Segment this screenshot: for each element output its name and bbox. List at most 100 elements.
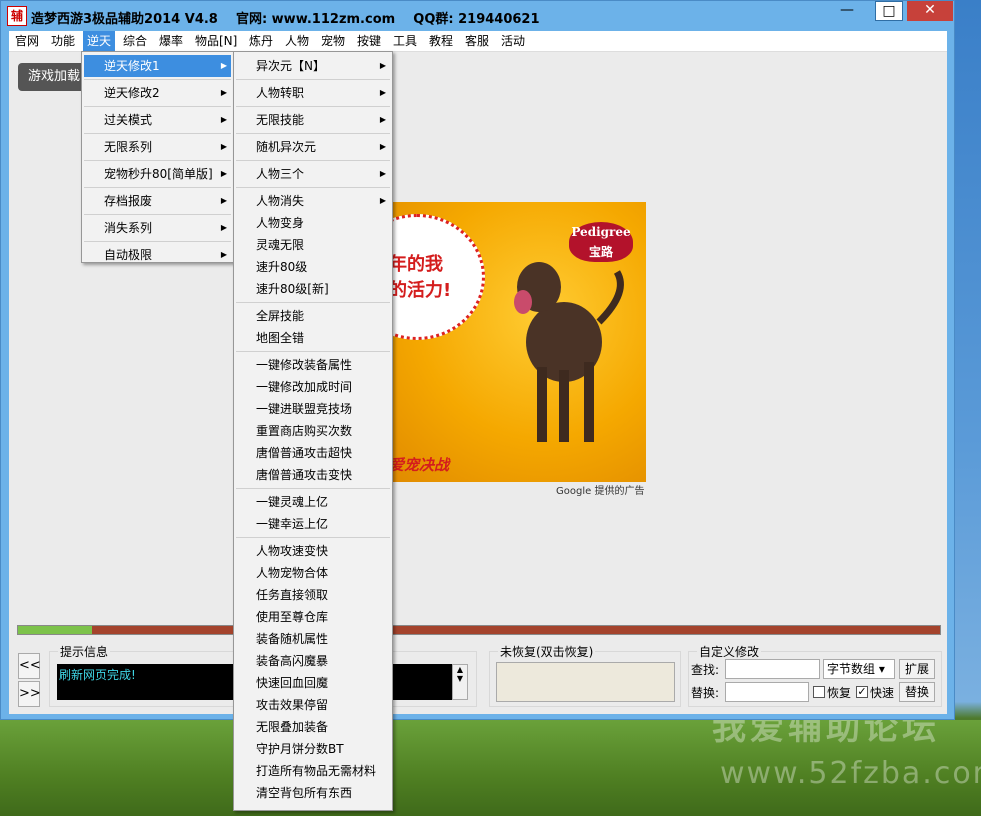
submenu1-item[interactable]: 自动极限 ▶ xyxy=(84,244,231,266)
log-scrollbar[interactable]: ▲ ▼ xyxy=(452,664,468,700)
submenu-arrow-icon: ▶ xyxy=(379,169,386,178)
submenu-arrow-icon: ▶ xyxy=(220,142,227,151)
restore-list[interactable] xyxy=(496,662,675,702)
submenu2-item[interactable]: 打造所有物品无需材料 xyxy=(236,760,390,782)
submenu2-item[interactable]: 全屏技能 xyxy=(236,305,390,327)
submenu2-item[interactable]: 地图全错 xyxy=(236,327,390,349)
submenu1-item[interactable]: 逆天修改2 ▶ xyxy=(84,82,231,104)
menu-alchemy[interactable]: 炼丹 xyxy=(245,31,277,51)
submenu2-item-label: 一键修改加成时间 xyxy=(256,380,353,394)
submenu2-item[interactable]: 守护月饼分数BT xyxy=(236,738,390,760)
menu-official-site[interactable]: 官网 xyxy=(11,31,43,51)
type-select[interactable]: 字节数组 ▾ xyxy=(823,659,895,679)
submenu2-item[interactable]: 唐僧普通攻击变快 xyxy=(236,464,390,486)
submenu2-item-label: 清空背包所有东西 xyxy=(256,786,353,800)
menu-nitian[interactable]: 逆天 xyxy=(83,31,116,51)
submenu2-item[interactable]: 人物攻速变快 xyxy=(236,540,390,562)
submenu-arrow-icon: ▶ xyxy=(379,88,386,97)
submenu2-item-label: 人物攻速变快 xyxy=(256,544,329,558)
submenu2-item[interactable]: 异次元【N】 ▶ xyxy=(236,55,390,77)
submenu2-item[interactable]: 速升80级 xyxy=(236,256,390,278)
expand-button[interactable]: 扩展 xyxy=(899,659,935,679)
submenu2-item[interactable]: 一键进联盟竞技场 xyxy=(236,398,390,420)
submenu2-item-label: 一键修改装备属性 xyxy=(256,358,353,372)
menu-separator xyxy=(236,106,390,107)
menu-separator xyxy=(84,214,231,215)
submenu2-item[interactable]: 人物宠物合体 xyxy=(236,562,390,584)
menu-separator xyxy=(236,160,390,161)
submenu2-item-label: 重置商店购买次数 xyxy=(256,424,353,438)
submenu2-item[interactable]: 一键修改加成时间 xyxy=(236,376,390,398)
submenu-arrow-icon: ▶ xyxy=(220,115,227,124)
menu-separator xyxy=(236,187,390,188)
submenu2-item-label: 地图全错 xyxy=(256,331,305,345)
submenu1-item-label: 无限系列 xyxy=(104,140,153,154)
submenu2-item[interactable]: 速升80级[新] xyxy=(236,278,390,300)
nav-prev-button[interactable]: << xyxy=(18,653,41,679)
submenu2-item[interactable]: 人物转职 ▶ xyxy=(236,82,390,104)
submenu2-item[interactable]: 无限叠加装备 xyxy=(236,716,390,738)
submenu2-item-label: 无限技能 xyxy=(256,113,305,127)
menu-support[interactable]: 客服 xyxy=(461,31,493,51)
minimize-button[interactable]: — xyxy=(833,1,861,21)
watermark-url: www.52fzba.com xyxy=(720,756,981,791)
info-label: 提示信息 xyxy=(58,643,111,660)
replace-button[interactable]: 替换 xyxy=(899,682,935,702)
menu-hotkeys[interactable]: 按键 xyxy=(353,31,385,51)
submenu1-item[interactable]: 无限系列 ▶ xyxy=(84,136,231,158)
submenu2-item[interactable]: 随机异次元 ▶ xyxy=(236,136,390,158)
find-label: 查找: xyxy=(691,663,720,677)
menu-general[interactable]: 综合 xyxy=(119,31,151,51)
submenu-arrow-icon: ▶ xyxy=(379,115,386,124)
submenu2-item[interactable]: 使用至尊仓库 xyxy=(236,606,390,628)
submenu1-item[interactable]: 宠物秒升80[简单版] ▶ xyxy=(84,163,231,185)
close-button[interactable]: ✕ xyxy=(907,1,953,21)
menu-tools[interactable]: 工具 xyxy=(389,31,421,51)
submenu2-item[interactable]: 人物三个 ▶ xyxy=(236,163,390,185)
submenu2-item[interactable]: 无限技能 ▶ xyxy=(236,109,390,131)
submenu2-item[interactable]: 装备随机属性 xyxy=(236,628,390,650)
submenu1-item-label: 消失系列 xyxy=(104,221,153,235)
menu-droprate[interactable]: 爆率 xyxy=(155,31,187,51)
menu-character[interactable]: 人物 xyxy=(281,31,313,51)
maximize-button[interactable]: □ xyxy=(875,1,903,21)
submenu2-item-label: 灵魂无限 xyxy=(256,238,305,252)
submenu2-item[interactable]: 装备高闪魔暴 xyxy=(236,650,390,672)
submenu1-item[interactable]: 消失系列 ▶ xyxy=(84,217,231,239)
fast-checkbox[interactable]: ✓ xyxy=(856,686,868,698)
submenu2-item[interactable]: 快速回血回魔 xyxy=(236,672,390,694)
submenu2-item[interactable]: 重置商店购买次数 xyxy=(236,420,390,442)
menu-features[interactable]: 功能 xyxy=(47,31,79,51)
menu-pet[interactable]: 宠物 xyxy=(317,31,349,51)
submenu2-item-label: 一键进联盟竞技场 xyxy=(256,402,353,416)
find-input[interactable] xyxy=(725,659,820,679)
submenu2-item-label: 随机异次元 xyxy=(256,140,317,154)
submenu2-item[interactable]: 一键幸运上亿 xyxy=(236,513,390,535)
submenu2-item[interactable]: 人物消失 ▶ xyxy=(236,190,390,212)
ad-banner[interactable]: 年的我 的活力! Pedigree 宝路 爱宠决战 xyxy=(389,202,646,482)
submenu1-item[interactable]: 存档报废 ▶ xyxy=(84,190,231,212)
nav-next-button[interactable]: >> xyxy=(18,681,41,707)
submenu2-item[interactable]: 人物变身 xyxy=(236,212,390,234)
submenu2-item[interactable]: 一键灵魂上亿 xyxy=(236,491,390,513)
submenu2-item[interactable]: 一键修改装备属性 xyxy=(236,354,390,376)
ad-text-line2: 的活力! xyxy=(389,280,452,301)
title-bar[interactable]: 辅 造梦西游3极品辅助2014 V4.8 官网: www.112zm.com Q… xyxy=(1,1,954,31)
submenu2-item[interactable]: 清空背包所有东西 xyxy=(236,782,390,804)
menu-items[interactable]: 物品[N] xyxy=(191,31,241,51)
restore-checkbox[interactable] xyxy=(813,686,825,698)
submenu1-item-label: 自动极限 xyxy=(104,248,153,262)
submenu1-item[interactable]: 逆天修改1 ▶ xyxy=(84,55,231,77)
replace-input[interactable] xyxy=(725,682,809,702)
submenu2-item[interactable]: 唐僧普通攻击超快 xyxy=(236,442,390,464)
submenu1-item[interactable]: 过关模式 ▶ xyxy=(84,109,231,131)
submenu2-item[interactable]: 灵魂无限 xyxy=(236,234,390,256)
submenu2-item-label: 使用至尊仓库 xyxy=(256,610,329,624)
submenu2-item[interactable]: 任务直接领取 xyxy=(236,584,390,606)
menu-tutorial[interactable]: 教程 xyxy=(425,31,457,51)
submenu-arrow-icon: ▶ xyxy=(220,223,227,232)
submenu2-item[interactable]: 攻击效果停留 xyxy=(236,694,390,716)
submenu1-item-label: 宠物秒升80[简单版] xyxy=(104,167,213,181)
submenu-arrow-icon: ▶ xyxy=(220,61,227,70)
menu-events[interactable]: 活动 xyxy=(497,31,529,51)
